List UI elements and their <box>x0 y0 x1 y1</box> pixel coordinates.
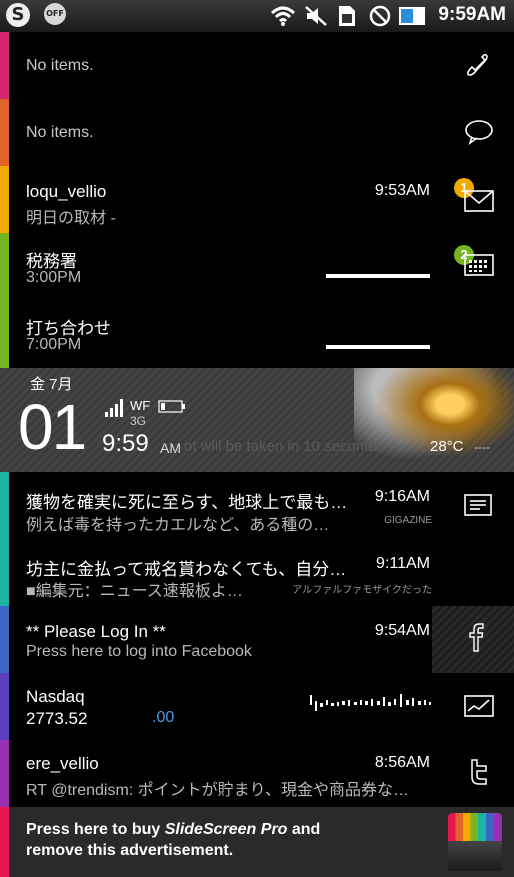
stocks-panel[interactable]: Nasdaq 2773.52 .00 <box>0 673 514 741</box>
facebook-subtitle: Press here to log into Facebook <box>26 643 252 660</box>
calendar-event-time: 7:00PM <box>26 336 82 353</box>
news-list-icon[interactable] <box>464 494 492 516</box>
slidescreen-s-icon: S <box>6 3 30 27</box>
news-source: アルファルファモザイクだった <box>292 585 432 596</box>
email-panel[interactable]: loqu_vellio 明日の取材 - 9:53AM 1 <box>0 166 514 234</box>
wifi-icon <box>270 6 296 26</box>
signal-bars-icon <box>105 399 123 417</box>
stocks-color-stripe <box>0 673 9 740</box>
news-panel[interactable]: 獲物を確実に死に至らす、地球上で最も… 例えば毒を持ったカエルなど、ある種の… … <box>0 472 514 607</box>
slidescreen-pro-icon <box>448 813 502 871</box>
facebook-time: 9:54AM <box>374 622 430 639</box>
network-type-2: 3G <box>130 414 147 428</box>
email-color-stripe <box>0 166 9 233</box>
tweet-text: RT @trendism: ポイントが貯まり、現金や商品券な… <box>26 782 410 799</box>
muted-icon <box>305 6 327 26</box>
battery-icon <box>399 7 425 25</box>
ad-line-2: remove this advertisement. <box>26 842 234 859</box>
facebook-panel[interactable]: ** Please Log In ** Press here to log in… <box>0 606 514 674</box>
stock-value: 2773.52 <box>26 709 88 728</box>
screenshot-notice: ot will be taken in 10 seconds <box>184 438 380 455</box>
sms-empty-text: No items. <box>26 124 94 141</box>
sms-color-stripe <box>0 99 9 166</box>
phone-empty-text: No items. <box>26 57 94 74</box>
clock-time: 9:59 <box>102 430 149 457</box>
stock-sparkline <box>310 694 431 711</box>
facebook-title: ** Please Log In ** <box>26 622 166 641</box>
tweet-time: 8:56AM <box>374 754 430 771</box>
stock-name: Nasdaq <box>26 687 85 706</box>
news-snippet: 例えば毒を持ったカエルなど、ある種の… <box>26 517 330 534</box>
phone-panel[interactable]: No items. <box>0 32 514 100</box>
news-headline[interactable]: 獲物を確実に死に至らす、地球上で最も… <box>26 488 347 513</box>
no-signal-icon <box>369 5 391 27</box>
news-source: GIGAZINE <box>384 515 432 526</box>
facebook-color-stripe <box>0 606 9 673</box>
news-time: 9:16AM <box>374 488 430 505</box>
sms-panel[interactable]: No items. <box>0 99 514 167</box>
stock-change: .00 <box>152 709 175 726</box>
ad-color-stripe <box>0 807 9 877</box>
temperature-extra: ---- <box>474 440 490 454</box>
redacted-bar <box>326 345 430 349</box>
ad-text: Press here to buy <box>26 821 165 838</box>
tweet-author: ere_vellio <box>26 754 99 773</box>
twitter-icon[interactable] <box>468 758 488 786</box>
ad-product-name: SlideScreen Pro <box>164 821 288 838</box>
email-time: 9:53AM <box>374 182 430 199</box>
day-number: 01 <box>18 391 87 463</box>
news-snippet: ■編集元：ニュース速報板よ… <box>26 583 243 600</box>
phone-color-stripe <box>0 32 9 99</box>
calendar-icon[interactable] <box>464 253 494 277</box>
ad-text: and <box>287 821 321 838</box>
email-sender: loqu_vellio <box>26 182 107 201</box>
ad-line-1: Press here to buy SlideScreen Pro and <box>26 821 320 839</box>
clock-ampm: AM <box>160 440 181 456</box>
status-bar: S OFF 9:59AM <box>0 0 514 32</box>
envelope-icon[interactable] <box>464 190 494 212</box>
twitter-panel[interactable]: ere_vellio RT @trendism: ポイントが貯まり、現金や商品券… <box>0 740 514 808</box>
speech-bubble-icon[interactable] <box>464 119 494 145</box>
redacted-bar <box>326 274 430 278</box>
temperature: 28°C <box>430 438 464 455</box>
network-type: WF <box>130 398 151 413</box>
facebook-icon[interactable] <box>468 622 484 652</box>
status-time: 9:59AM <box>438 4 506 25</box>
calendar-color-stripe <box>0 233 9 368</box>
twitter-color-stripe <box>0 740 9 807</box>
chart-icon[interactable] <box>464 695 494 717</box>
off-bulb-icon: OFF <box>44 3 66 25</box>
phone-icon[interactable] <box>464 52 490 78</box>
calendar-panel[interactable]: 税務署 3:00PM 打ち合わせ 7:00PM 2 <box>0 233 514 369</box>
ad-banner[interactable]: Press here to buy SlideScreen Pro and re… <box>0 807 514 877</box>
news-time: 9:11AM <box>376 555 430 572</box>
sim-icon <box>339 6 355 26</box>
news-color-stripe <box>0 472 9 606</box>
weather-sun-cloud-image <box>354 368 514 472</box>
calendar-event-time: 3:00PM <box>26 269 82 286</box>
clock-weather-band[interactable]: 金 7月 01 WF 3G 9:59 AM ot will be taken i… <box>0 368 514 472</box>
small-battery-icon <box>158 400 185 413</box>
email-subject: 明日の取材 - <box>26 210 116 227</box>
